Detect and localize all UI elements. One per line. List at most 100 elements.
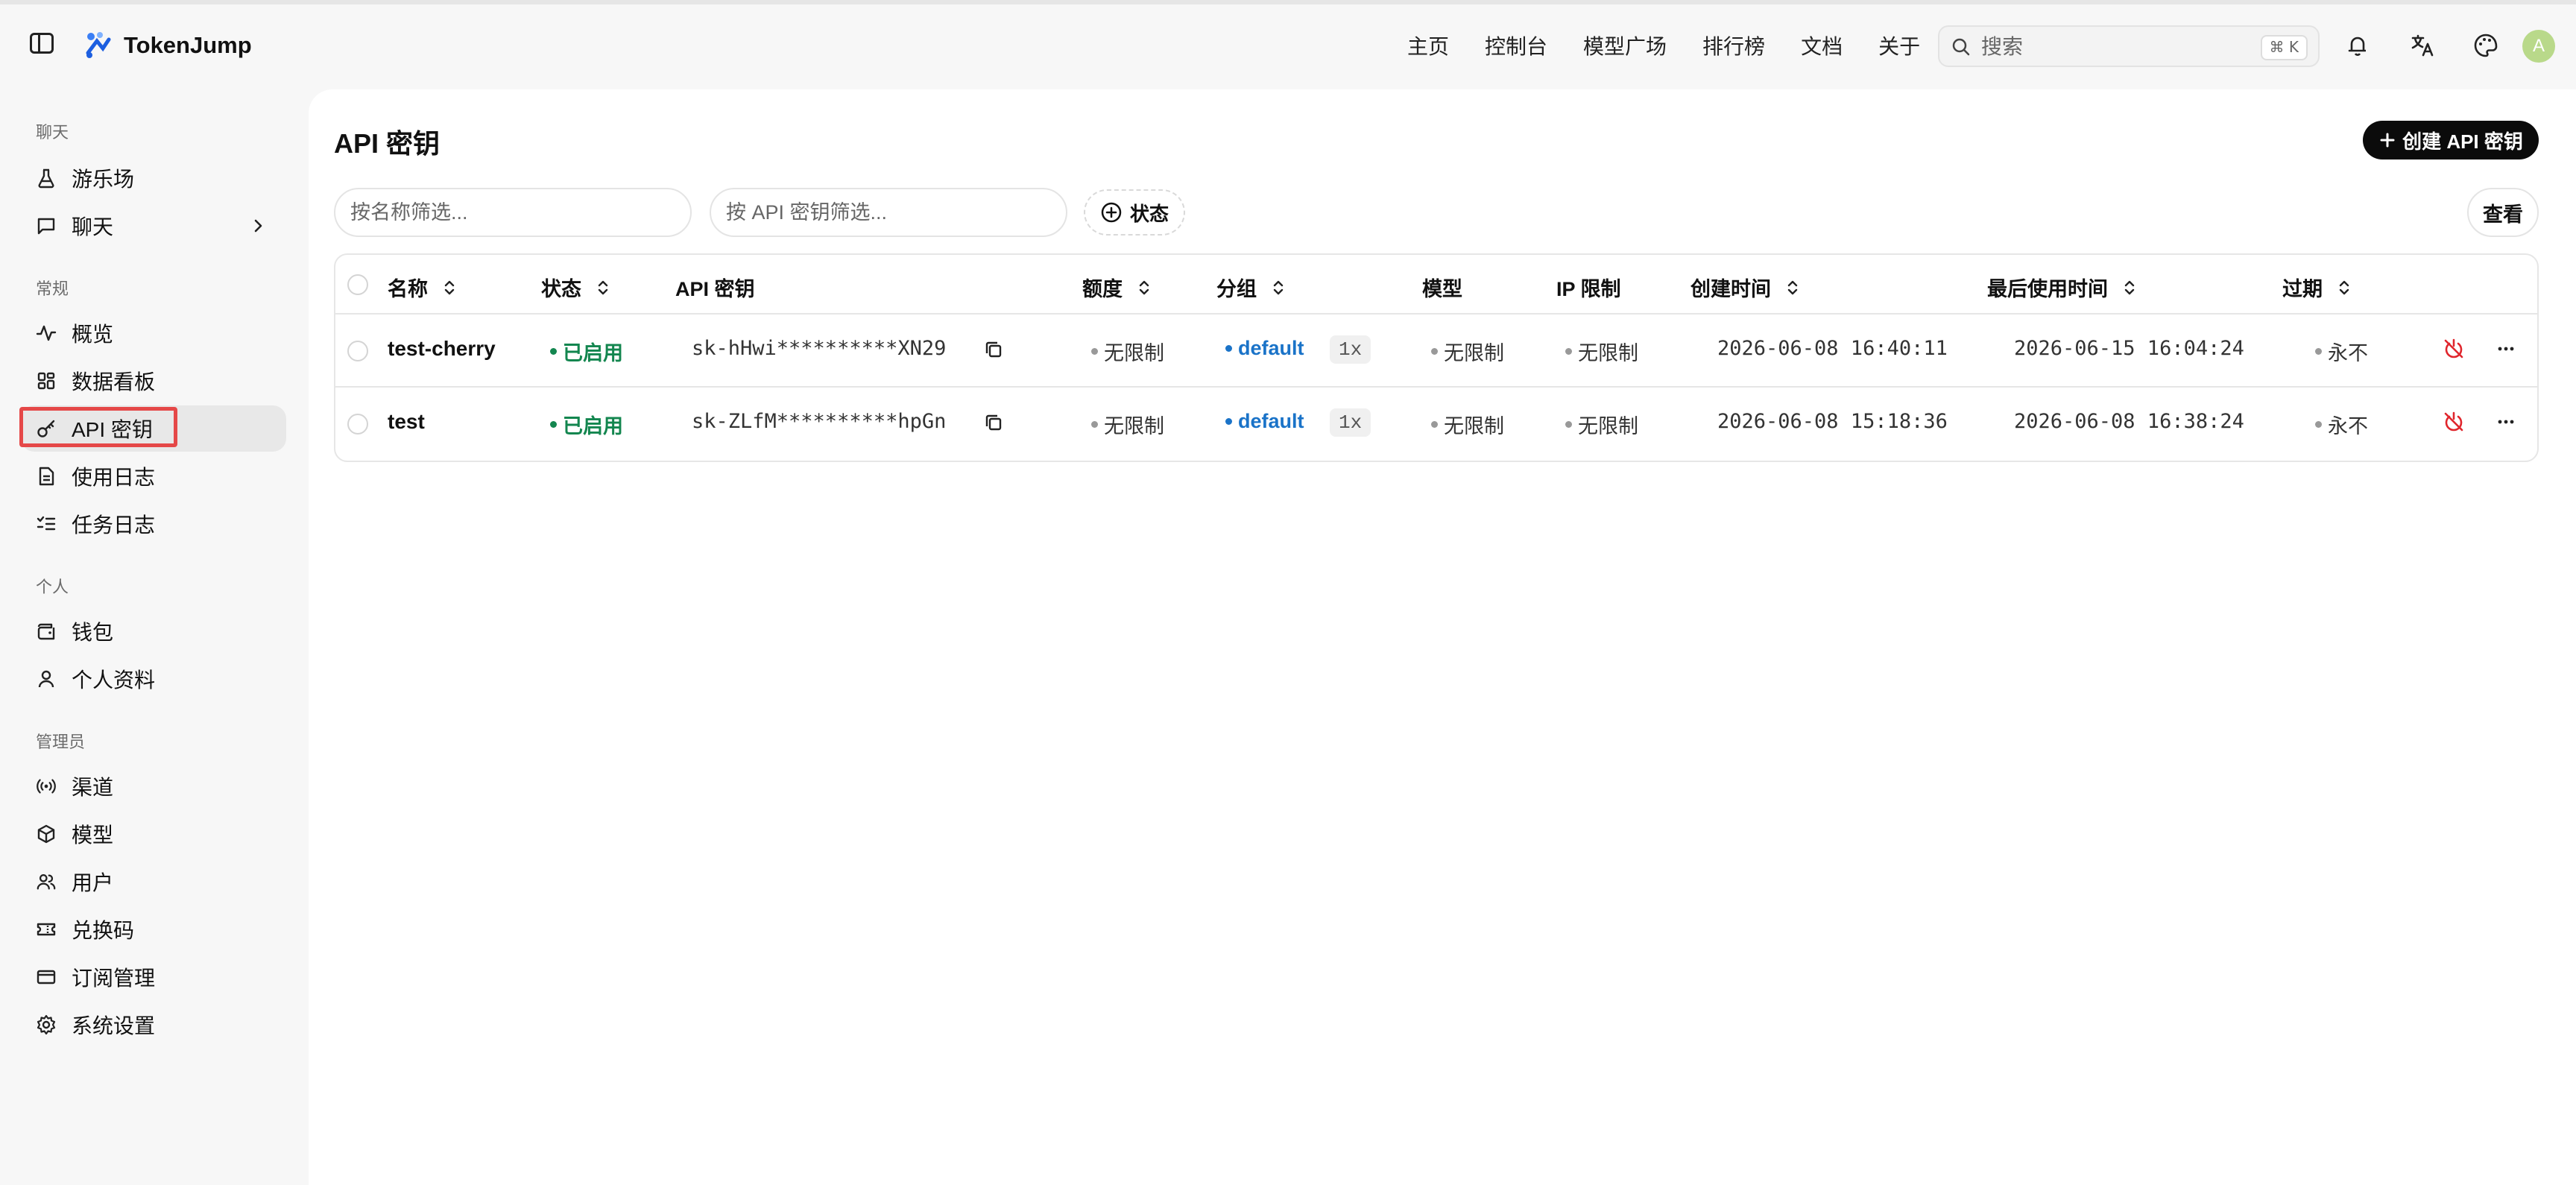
table-row[interactable]: test-cherry 已启用 sk-hHwi**********XN29 无限… [335,315,2537,388]
expires-dot [2315,421,2322,428]
sidebar-item-dashboard[interactable]: 数据看板 [21,358,286,404]
ip-dot [1565,348,1572,355]
sidebar-item-label: 渠道 [72,776,114,799]
sidebar-item-label: 兑换码 [72,919,135,942]
row-checkbox[interactable] [347,414,368,434]
search-box[interactable]: ⌘ K [1938,25,2320,67]
sidebar-section-admin: 管理员 [36,733,86,751]
key-name: test-cherry [388,337,496,360]
brand[interactable]: TokenJump [83,27,252,64]
quota-dot [1091,348,1098,355]
theme-palette-icon[interactable] [2470,30,2501,61]
column-header-expires[interactable]: 过期 [2282,273,2352,302]
nav-console[interactable]: 控制台 [1485,31,1547,60]
gear-icon [36,1014,57,1035]
search-icon [1952,38,1970,56]
column-header-last-used[interactable]: 最后使用时间 [1987,273,2138,302]
nav-about[interactable]: 关于 [1878,31,1920,60]
row-checkbox[interactable] [347,341,368,361]
search-input[interactable] [1980,27,2251,67]
sidebar-item-api-keys[interactable]: API 密钥 [21,405,286,452]
sort-icon [1787,280,1798,294]
sidebar-item-playground[interactable]: 游乐场 [21,155,286,201]
sidebar-item-label: 概览 [72,323,114,346]
chevron-right-icon[interactable] [247,215,268,236]
flask-icon [36,168,57,189]
copy-icon[interactable] [982,411,1005,434]
box-icon [36,824,57,844]
nav-docs[interactable]: 文档 [1801,31,1843,60]
plus-circle-icon [1101,202,1122,223]
ip-dot [1565,421,1572,428]
expires-badge: 永不 [2315,337,2368,366]
sidebar-item-users[interactable]: 用户 [21,859,286,905]
column-header-group[interactable]: 分组 [1216,273,1287,302]
file-text-icon [36,466,57,487]
select-all-checkbox[interactable] [347,274,368,295]
nav-home[interactable]: 主页 [1407,31,1449,60]
api-key-value: sk-hHwi**********XN29 [692,337,947,360]
disable-power-icon[interactable] [2442,337,2466,361]
quota-badge: 无限制 [1091,410,1164,439]
sidebar-item-system-settings[interactable]: 系统设置 [21,1002,286,1048]
sidebar-item-overview[interactable]: 概览 [21,310,286,356]
ip-text: 无限制 [1578,342,1638,364]
copy-icon[interactable] [982,338,1005,361]
user-avatar[interactable]: A [2522,30,2555,63]
list-checks-icon [36,514,57,534]
models-dot [1431,421,1438,428]
translate-icon[interactable] [2408,30,2439,61]
column-header-models: 模型 [1422,273,1462,302]
more-actions-icon[interactable] [2494,410,2518,434]
status-badge: 已启用 [550,337,623,366]
sidebar: 聊天 游乐场 聊天 常规 概览 数据看板 API 密钥 使用日志 任务日志 个人… [0,82,307,1185]
column-label: 额度 [1082,278,1123,300]
column-header-created[interactable]: 创建时间 [1690,273,1801,302]
sidebar-item-subscriptions[interactable]: 订阅管理 [21,954,286,1000]
sidebar-toggle-icon[interactable] [30,33,54,54]
radio-icon [36,776,57,797]
layout-grid-icon [36,370,57,391]
api-keys-table: 名称 状态 API 密钥 额度 分组 模型 IP 限制 创建时间 最后使用时间 … [334,253,2539,462]
more-actions-icon[interactable] [2494,337,2518,361]
key-filter-input[interactable] [710,188,1067,237]
notifications-bell-icon[interactable] [2342,30,2373,61]
ratio-badge: 1x [1330,335,1371,364]
sidebar-item-label: 钱包 [72,621,114,644]
sidebar-item-models[interactable]: 模型 [21,811,286,857]
name-filter-input[interactable] [334,188,692,237]
message-square-icon [36,215,57,236]
create-api-key-button[interactable]: 创建 API 密钥 [2363,121,2539,159]
status-text: 已启用 [563,415,623,437]
status-filter-label: 状态 [1129,202,1169,225]
column-header-status[interactable]: 状态 [541,273,611,302]
group-text: default [1238,337,1304,359]
ip-limit-badge: 无限制 [1565,337,1638,366]
group-dot [1225,418,1232,425]
column-header-quota[interactable]: 额度 [1082,273,1152,302]
key-name: test [388,410,425,433]
disable-power-icon[interactable] [2442,410,2466,434]
sidebar-item-channels[interactable]: 渠道 [21,763,286,809]
ip-text: 无限制 [1578,415,1638,437]
status-filter-button[interactable]: 状态 [1084,189,1185,236]
sidebar-item-task-logs[interactable]: 任务日志 [21,501,286,547]
sidebar-item-profile[interactable]: 个人资料 [21,656,286,702]
sidebar-item-chat[interactable]: 聊天 [21,203,286,249]
column-label: 创建时间 [1690,278,1771,300]
column-header-ip-limit: IP 限制 [1556,273,1621,302]
group-dot [1225,345,1232,352]
column-header-name[interactable]: 名称 [388,273,458,302]
sort-icon [2124,280,2135,294]
nav-leaderboard[interactable]: 排行榜 [1702,31,1765,60]
ratio-badge: 1x [1330,408,1371,437]
sidebar-item-redeem-codes[interactable]: 兑换码 [21,906,286,952]
sidebar-item-wallet[interactable]: 钱包 [21,608,286,654]
sidebar-item-usage-logs[interactable]: 使用日志 [21,453,286,499]
sort-icon [444,280,455,294]
table-row[interactable]: test 已启用 sk-ZLfM**********hpGn 无限制 defau… [335,388,2537,461]
sidebar-item-label: 订阅管理 [72,967,156,990]
nav-model-market[interactable]: 模型广场 [1583,31,1667,60]
brand-name: TokenJump [124,32,252,58]
view-options-button[interactable]: 查看 [2467,188,2539,237]
